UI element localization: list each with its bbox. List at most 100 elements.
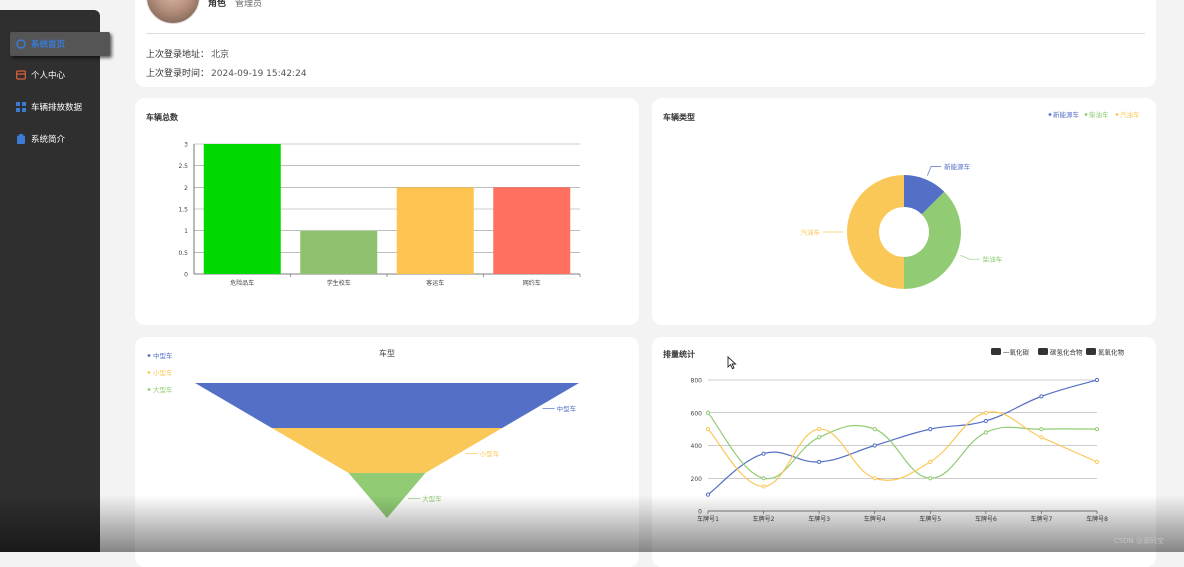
sidebar-item-personal[interactable]: 个人中心: [10, 63, 100, 87]
x-tick-label: 车牌号2: [753, 515, 775, 523]
sidebar-item-label: 系统首页: [31, 40, 66, 50]
last-login-address: 上次登录地址： 北京: [146, 47, 229, 60]
data-point: [1094, 459, 1100, 464]
legend-dot: [147, 388, 151, 391]
legend-label: 柴油车: [1089, 110, 1109, 119]
data-point: [817, 435, 822, 440]
bar: [493, 187, 571, 274]
slice-label-line: [927, 166, 942, 176]
x-tick-label: 车牌号5: [919, 515, 941, 523]
role-label: 角色: [208, 0, 227, 9]
legend-dot: [1084, 113, 1088, 116]
legend-swatch: [1038, 348, 1048, 355]
y-tick-label: 0: [184, 272, 188, 279]
x-tick-label: 车牌号8: [1086, 515, 1108, 523]
legend-label: 汽油车: [1120, 110, 1140, 119]
mouse-cursor-icon: [727, 356, 737, 370]
legend-label: 大型车: [153, 385, 173, 394]
x-tick-label: 学生校车: [327, 279, 351, 287]
legend-swatch: [991, 348, 1001, 355]
data-point: [705, 427, 711, 432]
data-point: [1039, 427, 1044, 432]
data-point: [1094, 377, 1100, 383]
legend-label: 一氧化碳: [1003, 348, 1030, 357]
data-point: [928, 476, 933, 481]
user-card-icon: [16, 70, 26, 80]
data-point: [761, 484, 766, 489]
home-icon: [16, 39, 26, 49]
series-line: [707, 411, 1098, 488]
data-point: [983, 430, 988, 435]
data-point: [928, 459, 933, 464]
bar: [396, 187, 474, 274]
vehicle-type-chart: 新能源车柴油车汽油车新能源车 柴油车 汽油车: [801, 110, 1140, 289]
legend-label: 小型车: [153, 368, 173, 377]
data-point: [872, 476, 877, 481]
clipboard-icon: [16, 134, 26, 144]
y-tick-label: 2.5: [178, 163, 188, 170]
y-tick-label: 1: [184, 228, 188, 235]
data-point: [872, 427, 877, 432]
x-tick-label: 网约车: [523, 279, 541, 287]
pie-slice: [847, 175, 904, 289]
bar: [203, 144, 281, 274]
legend-label: 碳氢化合物: [1050, 348, 1083, 357]
x-tick-label: 车牌号3: [808, 515, 830, 523]
legend-label: 氮氧化物: [1098, 348, 1125, 357]
last-login-address-label: 上次登录地址：: [146, 50, 210, 60]
funnel-label: 小型车: [480, 449, 500, 458]
data-point: [1039, 435, 1044, 440]
sidebar-item-label: 个人中心: [31, 71, 66, 81]
funnel-segment: [348, 473, 426, 518]
legend-dot: [1115, 113, 1119, 116]
x-tick-label: 车牌号4: [864, 515, 886, 523]
data-point: [983, 418, 988, 424]
x-tick-label: 客运车: [426, 279, 444, 287]
y-tick-label: 0: [698, 509, 702, 516]
vehicle-total-chart: 0 0.5 1 1.5 2 2.5 3 危险品车 学生校车 客运车 网约车: [178, 142, 581, 287]
y-tick-label: 3: [184, 142, 188, 149]
grid-icon: [16, 102, 26, 112]
data-point: [1039, 394, 1044, 399]
legend-label: 中型车: [153, 351, 173, 360]
funnel-label: 中型车: [557, 404, 577, 413]
legend-dot: [147, 354, 151, 357]
y-tick-label: 2: [184, 185, 188, 192]
slice-label: 柴油车: [983, 255, 1003, 264]
y-tick-label: 1.5: [178, 207, 188, 214]
sidebar-item-intro[interactable]: 系统简介: [10, 127, 100, 151]
sidebar: 系统首页 个人中心 车辆排放数据 系统简介: [0, 10, 110, 552]
y-tick-label: 200: [691, 476, 703, 483]
slice-label: 新能源车: [944, 162, 971, 171]
data-point: [872, 443, 877, 448]
last-login-time: 上次登录时间： 2024-09-19 15:42:24: [146, 66, 307, 79]
data-point: [705, 492, 711, 497]
data-point: [705, 410, 711, 415]
sidebar-item-home[interactable]: 系统首页: [10, 32, 110, 56]
data-point: [817, 459, 822, 464]
y-tick-label: 600: [691, 410, 703, 417]
last-login-time-label: 上次登录时间：: [146, 69, 210, 79]
y-tick-label: 800: [691, 378, 703, 385]
funnel-segment: [271, 428, 503, 473]
vehicle-model-chart: 中型车小型车大型车中型车小型车大型车: [147, 351, 579, 518]
legend-swatch: [1086, 348, 1096, 355]
data-point: [983, 410, 988, 415]
x-tick-label: 车牌号1: [697, 515, 719, 523]
sidebar-item-emission[interactable]: 车辆排放数据: [10, 95, 100, 119]
last-login-time-value: 2024-09-19 15:42:24: [211, 69, 307, 79]
funnel-label: 大型车: [422, 494, 442, 503]
data-point: [928, 427, 933, 432]
data-point: [761, 476, 766, 481]
slice-label-line: [960, 255, 980, 260]
last-login-address-value: 北京: [211, 50, 230, 60]
data-point: [1094, 427, 1100, 432]
watermark: CSDN @源码宝: [1113, 537, 1164, 545]
slice-label: 汽油车: [801, 228, 821, 237]
x-tick-label: 车牌号6: [975, 515, 997, 523]
x-tick-label: 车牌号7: [1031, 515, 1053, 523]
sidebar-item-label: 车辆排放数据: [31, 103, 83, 113]
divider: [146, 33, 1145, 34]
sidebar-item-label: 系统简介: [31, 135, 66, 145]
bar: [300, 230, 378, 274]
